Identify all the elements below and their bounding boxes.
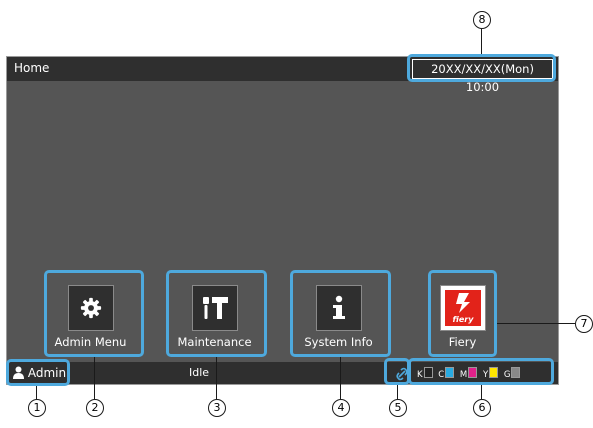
page-title: Home [14,61,50,75]
status-text: Idle [189,366,210,379]
leader-6 [481,385,483,399]
callout-4: 4 [332,399,350,417]
highlight-user [6,359,70,386]
leader-2 [94,357,96,399]
highlight-ink [408,358,554,385]
highlight-link [384,358,410,385]
callout-5: 5 [389,399,407,417]
callout-7: 7 [575,315,593,333]
callout-8: 8 [473,11,491,29]
highlight-admin-menu [44,270,144,357]
highlight-system-info [290,270,391,357]
callout-6: 6 [473,399,491,417]
highlight-datetime [407,54,556,82]
leader-7 [497,323,575,325]
callout-1: 1 [28,399,46,417]
highlight-maintenance [166,270,267,357]
leader-4 [340,357,342,399]
callout-2: 2 [86,399,104,417]
leader-1 [36,386,38,399]
leader-3 [216,357,218,399]
callout-3: 3 [208,399,226,417]
leader-5 [397,385,399,399]
leader-8 [481,29,483,54]
highlight-fiery [428,270,497,357]
